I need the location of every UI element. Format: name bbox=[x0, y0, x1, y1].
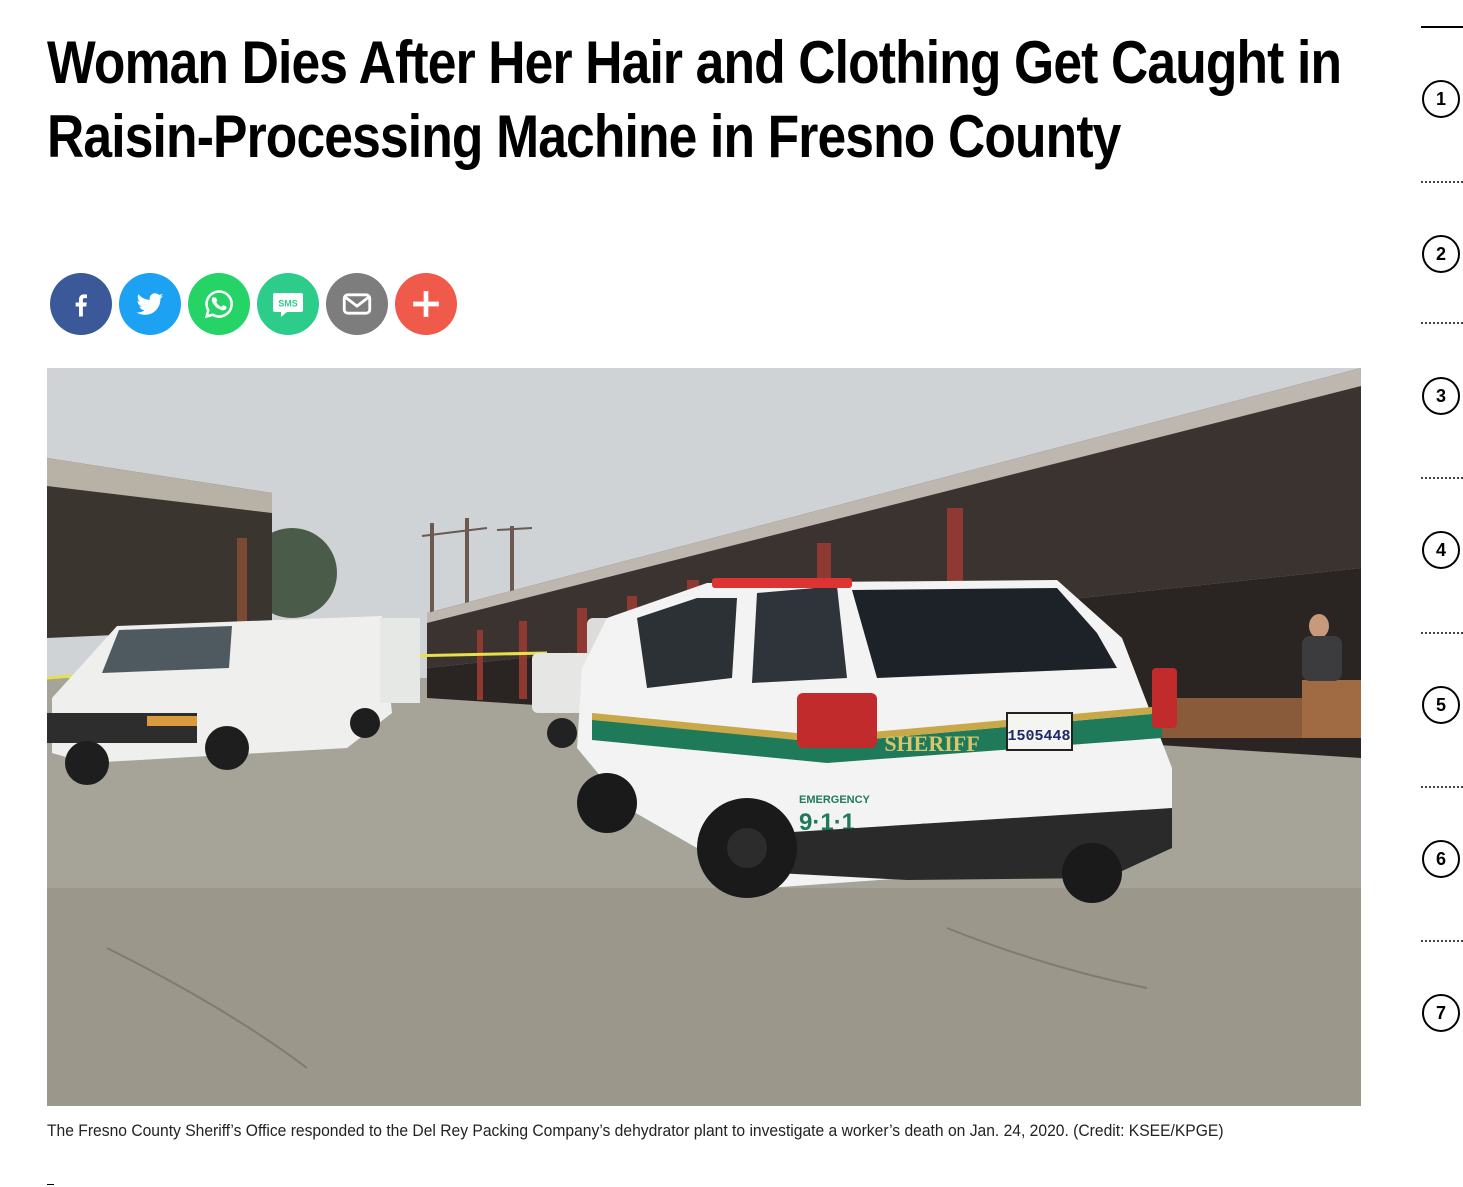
svg-text:EMERGENCY: EMERGENCY bbox=[799, 794, 871, 806]
rail-separator bbox=[1421, 181, 1463, 183]
facebook-share-button[interactable] bbox=[50, 273, 112, 335]
rail-separator bbox=[1421, 322, 1463, 324]
rail-separator bbox=[1421, 786, 1463, 788]
whatsapp-icon bbox=[204, 290, 233, 319]
plus-icon bbox=[413, 291, 439, 317]
sms-share-button[interactable]: SMS bbox=[257, 273, 319, 335]
tail-light-left bbox=[797, 693, 877, 748]
twitter-share-button[interactable] bbox=[119, 273, 181, 335]
whatsapp-share-button[interactable] bbox=[188, 273, 250, 335]
rail-separator bbox=[1421, 632, 1463, 634]
envelope-icon bbox=[342, 293, 372, 315]
facebook-icon bbox=[75, 294, 87, 317]
sms-icon-label: SMS bbox=[278, 299, 298, 309]
rail-item-7[interactable]: 7 bbox=[1422, 994, 1460, 1032]
sms-icon: SMS bbox=[273, 293, 303, 317]
svg-text:SHERIFF: SHERIFF bbox=[884, 731, 979, 756]
numbered-rail: 1 2 3 4 5 6 7 bbox=[1421, 0, 1463, 1187]
more-share-button[interactable] bbox=[395, 273, 457, 335]
photo-caption: The Fresno County Sheriff’s Office respo… bbox=[47, 1121, 1224, 1140]
svg-text:1505448: 1505448 bbox=[1007, 728, 1070, 745]
rail-item-3[interactable]: 3 bbox=[1422, 377, 1460, 415]
rail-item-4[interactable]: 4 bbox=[1422, 531, 1460, 569]
article: Woman Dies After Her Hair and Clothing G… bbox=[47, 26, 1361, 174]
rail-separator bbox=[1421, 477, 1463, 479]
rail-item-6[interactable]: 6 bbox=[1422, 840, 1460, 878]
rail-top-rule bbox=[1421, 26, 1463, 28]
rail-item-2[interactable]: 2 bbox=[1422, 235, 1460, 273]
rail-separator bbox=[1421, 940, 1463, 942]
headline: Woman Dies After Her Hair and Clothing G… bbox=[47, 29, 1342, 170]
article-photo: 1505448 SHERIFF EMERGENCY 9·1·1 1821 bbox=[47, 368, 1361, 1106]
rail-item-1[interactable]: 1 bbox=[1422, 80, 1460, 118]
divider bbox=[47, 1184, 54, 1185]
rail-item-5[interactable]: 5 bbox=[1422, 686, 1460, 724]
twitter-icon bbox=[136, 293, 164, 315]
person bbox=[1309, 614, 1329, 638]
share-bar: SMS bbox=[50, 273, 457, 335]
email-share-button[interactable] bbox=[326, 273, 388, 335]
